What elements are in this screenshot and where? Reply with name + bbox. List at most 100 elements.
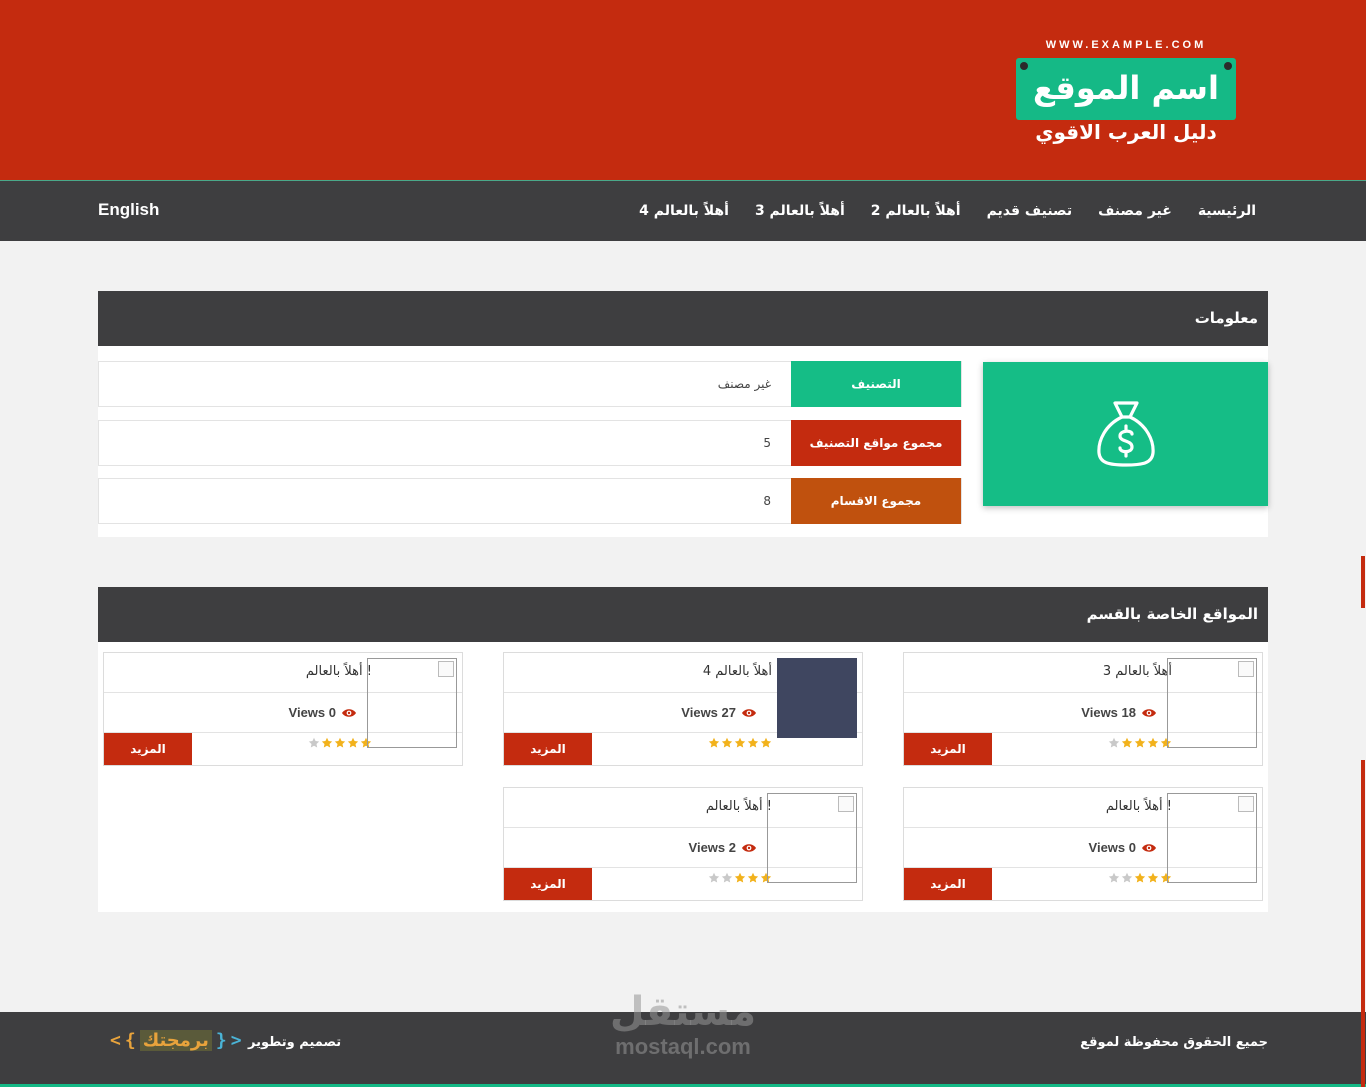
developer-brand-logo[interactable]: < { برمجتك } >	[110, 1030, 242, 1051]
scrollbar-accent[interactable]	[1361, 760, 1365, 1087]
info-panel-title: معلومات	[1194, 309, 1258, 327]
more-button[interactable]: المزيد	[504, 868, 592, 900]
site-thumbnail[interactable]	[777, 658, 857, 738]
star-empty-icon[interactable]	[1108, 737, 1120, 749]
star-empty-icon[interactable]	[1108, 872, 1120, 884]
rating-stars	[708, 872, 772, 884]
pin-icon	[1224, 62, 1232, 70]
sites-panel-header: المواقع الخاصة بالقسم	[98, 587, 1268, 642]
views-count: Views 18	[1081, 705, 1136, 720]
star-filled-icon[interactable]	[1147, 737, 1159, 749]
logo-url: WWW.EXAMPLE.COM	[1045, 39, 1207, 51]
site-card-title[interactable]: أهلاً بالعالم 3	[1103, 653, 1172, 691]
language-switch-link[interactable]: English	[98, 181, 159, 239]
more-button[interactable]: المزيد	[904, 733, 992, 765]
pin-icon	[1020, 62, 1028, 70]
views-count: Views 0	[288, 705, 336, 720]
logo-tagline: دليل العرب الاقوي	[1035, 120, 1217, 144]
broken-image-icon	[438, 661, 454, 677]
info-row-sites-count: مجموع مواقع التصنيف 5	[98, 420, 962, 466]
nav-item-hello-world-2[interactable]: أهلاً بالعالم 2	[871, 203, 961, 219]
views-count: Views 0	[1088, 840, 1136, 855]
scrollbar-accent[interactable]	[1361, 556, 1365, 608]
copyright-text: جميع الحقوق محفوظة لموقع	[1080, 1035, 1268, 1050]
star-filled-icon[interactable]	[734, 872, 746, 884]
info-panel-header: معلومات	[98, 291, 1268, 346]
site-thumbnail[interactable]	[1167, 793, 1257, 883]
site-header: WWW.EXAMPLE.COM اسم الموقع دليل العرب ال…	[0, 0, 1366, 180]
star-filled-icon[interactable]	[1147, 872, 1159, 884]
eye-icon	[342, 709, 356, 717]
design-credit-label: تصميم وتطوير	[248, 1035, 342, 1050]
rating-stars	[1108, 872, 1172, 884]
logo-title: اسم الموقع	[1033, 69, 1219, 107]
site-card-title[interactable]: أهلاً بالعالم !	[1106, 788, 1172, 826]
eye-icon	[1142, 709, 1156, 717]
eye-icon	[1142, 844, 1156, 852]
site-thumbnail[interactable]	[1167, 658, 1257, 748]
site-logo[interactable]: اسم الموقع	[1016, 58, 1236, 120]
info-label: مجموع مواقع التصنيف	[791, 420, 961, 466]
site-card: أهلاً بالعالم ! Views 0 المزيد	[903, 787, 1263, 901]
broken-image-icon	[838, 796, 854, 812]
site-card: أهلاً بالعالم 4 Views 27 المزيد	[503, 652, 863, 766]
nav-menu: الرئيسية غير مصنف تصنيف قديم أهلاً بالعا…	[639, 181, 1256, 241]
info-label: مجموع الاقسام	[791, 478, 961, 524]
main-navbar: English الرئيسية غير مصنف تصنيف قديم أهل…	[0, 180, 1366, 241]
info-label: التصنيف	[791, 361, 961, 407]
site-card: أهلاً بالعالم 3 Views 18 المزيد	[903, 652, 1263, 766]
star-empty-icon[interactable]	[308, 737, 320, 749]
info-value: غير مصنف	[717, 377, 771, 391]
star-filled-icon[interactable]	[734, 737, 746, 749]
site-card: أهلاً بالعالم ! Views 2 المزيد	[503, 787, 863, 901]
category-icon-box	[983, 362, 1268, 506]
info-row-category: التصنيف غير مصنف	[98, 361, 962, 407]
site-thumbnail[interactable]	[767, 793, 857, 883]
star-filled-icon[interactable]	[760, 737, 772, 749]
broken-image-icon	[1238, 661, 1254, 677]
star-filled-icon[interactable]	[347, 737, 359, 749]
star-filled-icon[interactable]	[334, 737, 346, 749]
rating-stars	[1108, 737, 1172, 749]
nav-item-old-category[interactable]: تصنيف قديم	[987, 203, 1073, 219]
star-filled-icon[interactable]	[721, 737, 733, 749]
nav-item-home[interactable]: الرئيسية	[1198, 203, 1256, 219]
rating-stars	[308, 737, 372, 749]
star-filled-icon[interactable]	[1134, 737, 1146, 749]
info-value: 8	[763, 494, 771, 508]
star-filled-icon[interactable]	[747, 872, 759, 884]
rating-stars	[708, 737, 772, 749]
nav-item-hello-world-3[interactable]: أهلاً بالعالم 3	[755, 203, 845, 219]
site-card-title[interactable]: أهلاً بالعالم 4	[703, 653, 772, 691]
site-card: أهلاً بالعالم ! Views 0 المزيد	[103, 652, 463, 766]
site-thumbnail[interactable]	[367, 658, 457, 748]
more-button[interactable]: المزيد	[504, 733, 592, 765]
brand-name: برمجتك	[139, 1030, 212, 1051]
star-filled-icon[interactable]	[1134, 872, 1146, 884]
money-bag-icon	[1096, 401, 1155, 467]
nav-item-hello-world-4[interactable]: أهلاً بالعالم 4	[639, 203, 729, 219]
star-filled-icon[interactable]	[321, 737, 333, 749]
sites-panel-title: المواقع الخاصة بالقسم	[1086, 605, 1258, 623]
watermark: مستقل mostaql.com	[598, 990, 768, 1060]
nav-item-uncategorized[interactable]: غير مصنف	[1098, 203, 1172, 219]
views-count: Views 27	[681, 705, 736, 720]
broken-image-icon	[1238, 796, 1254, 812]
info-row-sections-count: مجموع الاقسام 8	[98, 478, 962, 524]
star-empty-icon[interactable]	[721, 872, 733, 884]
site-card-title[interactable]: أهلاً بالعالم !	[306, 653, 372, 691]
watermark-arabic: مستقل	[609, 989, 757, 1035]
star-empty-icon[interactable]	[1121, 872, 1133, 884]
eye-icon	[742, 709, 756, 717]
star-filled-icon[interactable]	[1121, 737, 1133, 749]
star-filled-icon[interactable]	[708, 737, 720, 749]
site-card-title[interactable]: أهلاً بالعالم !	[706, 788, 772, 826]
star-filled-icon[interactable]	[747, 737, 759, 749]
star-empty-icon[interactable]	[708, 872, 720, 884]
more-button[interactable]: المزيد	[904, 868, 992, 900]
more-button[interactable]: المزيد	[104, 733, 192, 765]
info-value: 5	[763, 436, 771, 450]
watermark-url: mostaql.com	[615, 1034, 751, 1059]
eye-icon	[742, 844, 756, 852]
views-count: Views 2	[688, 840, 736, 855]
